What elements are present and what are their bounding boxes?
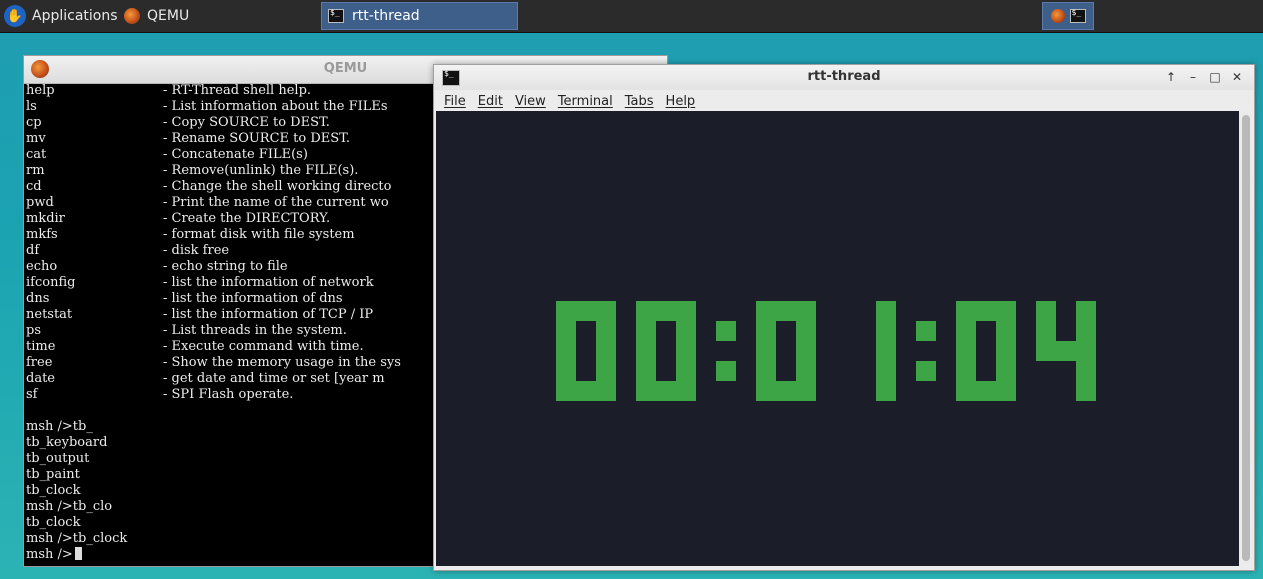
menu-item-view[interactable]: View (515, 94, 546, 109)
command-name: pwd (26, 195, 54, 210)
command-description: - get date and time or set [year m (163, 371, 385, 386)
clock-digit (636, 301, 696, 401)
prompt-text: msh /> (26, 547, 73, 562)
terminal-menubar: File Edit View Terminal Tabs Help (434, 90, 1254, 112)
command-name: sf (26, 387, 38, 402)
clock-digit (756, 301, 816, 401)
command-description: - Change the shell working directo (163, 179, 392, 194)
qemu-launcher-label: QEMU (147, 8, 190, 24)
terminal-icon (328, 8, 344, 23)
command-name: help (26, 83, 55, 98)
command-description: - Create the DIRECTORY. (163, 211, 331, 226)
clock-digit (1036, 301, 1096, 401)
qemu-icon (1050, 9, 1065, 23)
menu-item-tabs[interactable]: Tabs (625, 94, 654, 109)
command-name: cd (26, 179, 42, 194)
workspace-pager[interactable] (1042, 2, 1094, 30)
command-description: - Show the memory usage in the sys (163, 355, 401, 370)
command-name: rm (26, 163, 45, 178)
terminal-icon (1069, 8, 1086, 23)
menu-item-help[interactable]: Help (666, 94, 696, 109)
qemu-icon (124, 8, 140, 24)
clock-digit (956, 301, 1016, 401)
terminal-titlebar[interactable]: rtt-thread ↑ – □ ✕ (434, 65, 1254, 90)
menu-item-edit[interactable]: Edit (478, 94, 503, 109)
terminal-body[interactable] (436, 111, 1239, 566)
qemu-launcher[interactable]: QEMU (124, 0, 189, 32)
command-description: - Remove(unlink) the FILE(s). (163, 163, 359, 178)
command-description: - Execute command with time. (163, 339, 364, 354)
command-description: - list the information of dns (163, 291, 343, 306)
command-name: dns (26, 291, 50, 306)
command-description: - echo string to file (163, 259, 288, 274)
clock-digit (876, 301, 896, 401)
scrollbar-thumb[interactable] (1242, 115, 1250, 561)
command-name: mkfs (26, 227, 58, 242)
applications-menu-button[interactable]: ✋ Applications (4, 0, 118, 32)
command-description: - Concatenate FILE(s) (163, 147, 308, 162)
taskbar-button-label: rtt-thread (352, 8, 420, 24)
command-name: ifconfig (26, 275, 76, 290)
terminal-scrollbar[interactable] (1240, 111, 1252, 566)
text-cursor (74, 547, 82, 560)
top-panel: ✋ Applications QEMU rtt-thread (0, 0, 1263, 33)
command-name: ls (26, 99, 37, 114)
command-name: free (26, 355, 53, 370)
clock-colon (716, 321, 736, 381)
command-name: mkdir (26, 211, 65, 226)
maximize-icon[interactable]: □ (1206, 68, 1224, 86)
command-description: - format disk with file system (163, 227, 355, 242)
command-name: ps (26, 323, 41, 338)
command-description: - Copy SOURCE to DEST. (163, 115, 330, 130)
command-name: time (26, 339, 56, 354)
minimize-icon[interactable]: – (1184, 68, 1202, 86)
clock-colon (916, 321, 936, 381)
command-description: - disk free (163, 243, 230, 258)
clock-digit (556, 301, 616, 401)
close-icon[interactable]: ✕ (1228, 68, 1246, 86)
command-description: - Print the name of the current wo (163, 195, 389, 210)
command-description: - Rename SOURCE to DEST. (163, 131, 351, 146)
command-description: - List threads in the system. (163, 323, 347, 338)
applications-label: Applications (32, 8, 118, 24)
shade-icon[interactable]: ↑ (1162, 68, 1180, 86)
command-name: cat (26, 147, 47, 162)
command-name: echo (26, 259, 58, 274)
command-description: - list the information of TCP / IP (163, 307, 374, 322)
taskbar-button-rtt-thread[interactable]: rtt-thread (321, 2, 518, 30)
command-description: - list the information of network (163, 275, 374, 290)
menu-item-terminal[interactable]: Terminal (558, 94, 613, 109)
command-name: cp (26, 115, 42, 130)
window-controls: ↑ – □ ✕ (1162, 68, 1246, 86)
command-name: date (26, 371, 55, 386)
command-description: - SPI Flash operate. (163, 387, 294, 402)
terminal-window-title: rtt-thread (807, 69, 881, 84)
command-description: - List information about the FILEs (163, 99, 388, 114)
clock-display (556, 301, 1096, 401)
xfce-logo-icon: ✋ (4, 5, 26, 27)
terminal-window[interactable]: rtt-thread ↑ – □ ✕ File Edit View Terminal T… (433, 64, 1255, 571)
command-description: - RT-Thread shell help. (163, 83, 312, 98)
command-name: df (26, 243, 40, 258)
command-name: mv (26, 131, 46, 146)
menu-item-file[interactable]: File (444, 94, 466, 109)
command-name: netstat (26, 307, 73, 322)
